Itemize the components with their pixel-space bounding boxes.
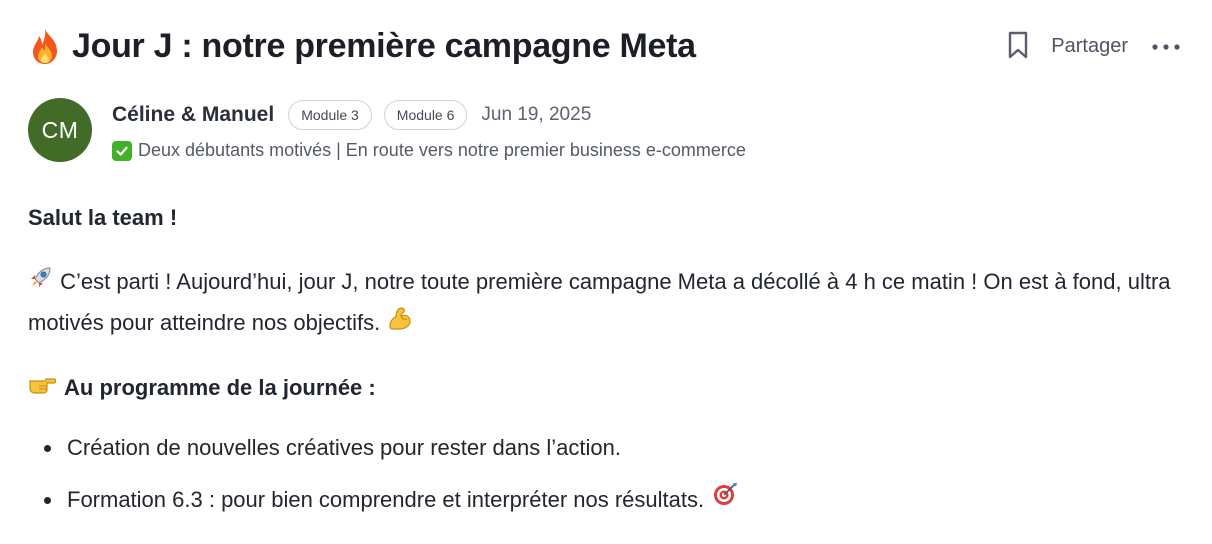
post-page: Jour J : notre première campagne Meta Pa… <box>0 0 1212 544</box>
section-heading-text: Au programme de la journée : <box>64 375 376 401</box>
more-options-button[interactable] <box>1150 31 1182 61</box>
avatar[interactable]: CM <box>28 98 92 162</box>
pointing-hand-icon <box>28 368 57 408</box>
author-row: CM Céline & Manuel Module 3 Module 6 Jun… <box>28 98 1182 166</box>
fire-icon <box>28 27 62 65</box>
author-top-line: Céline & Manuel Module 3 Module 6 Jun 19… <box>112 98 746 132</box>
module-badge-3[interactable]: Module 3 <box>288 100 372 130</box>
intro-paragraph: C’est parti ! Aujourd’hui, jour J, notre… <box>28 262 1182 344</box>
list-item-text: Formation 6.3 : pour bien comprendre et … <box>67 487 705 513</box>
post-header: Jour J : notre première campagne Meta Pa… <box>28 20 1182 72</box>
list-item-text: Création de nouvelles créatives pour res… <box>67 435 621 461</box>
author-bio-text: Deux débutants motivés | En route vers n… <box>138 140 746 160</box>
bullet-list: Création de nouvelles créatives pour res… <box>28 428 1182 520</box>
share-button[interactable]: Partager <box>1051 35 1128 58</box>
author-name[interactable]: Céline & Manuel <box>112 103 274 127</box>
post-title: Jour J : notre première campagne Meta <box>28 27 696 66</box>
author-meta: Céline & Manuel Module 3 Module 6 Jun 19… <box>112 98 746 161</box>
bookmark-button[interactable] <box>1003 29 1033 63</box>
post-body: Salut la team ! C’est parti ! Aujourd’hu… <box>28 198 1182 532</box>
greeting: Salut la team ! <box>28 205 178 230</box>
list-item: Création de nouvelles créatives pour res… <box>28 428 1182 468</box>
bullet-marker <box>44 444 51 452</box>
module-badge-6[interactable]: Module 6 <box>383 100 468 130</box>
intro-paragraph-text: C’est parti ! Aujourd’hui, jour J, notre… <box>28 269 1171 336</box>
section-heading: Au programme de la journée : <box>28 368 1182 408</box>
header-actions: Partager <box>1003 29 1182 63</box>
author-bio: Deux débutants motivés | En route vers n… <box>112 140 746 161</box>
post-date: Jun 19, 2025 <box>481 104 592 125</box>
bookmark-icon <box>1006 30 1030 63</box>
target-icon <box>712 480 738 520</box>
flexed-biceps-icon <box>386 304 414 344</box>
rocket-icon <box>28 263 54 303</box>
list-item: Formation 6.3 : pour bien comprendre et … <box>28 480 1182 520</box>
more-horizontal-icon <box>1151 39 1181 54</box>
bullet-marker <box>44 496 51 504</box>
check-icon <box>112 140 132 161</box>
post-title-text: Jour J : notre première campagne Meta <box>72 26 696 65</box>
